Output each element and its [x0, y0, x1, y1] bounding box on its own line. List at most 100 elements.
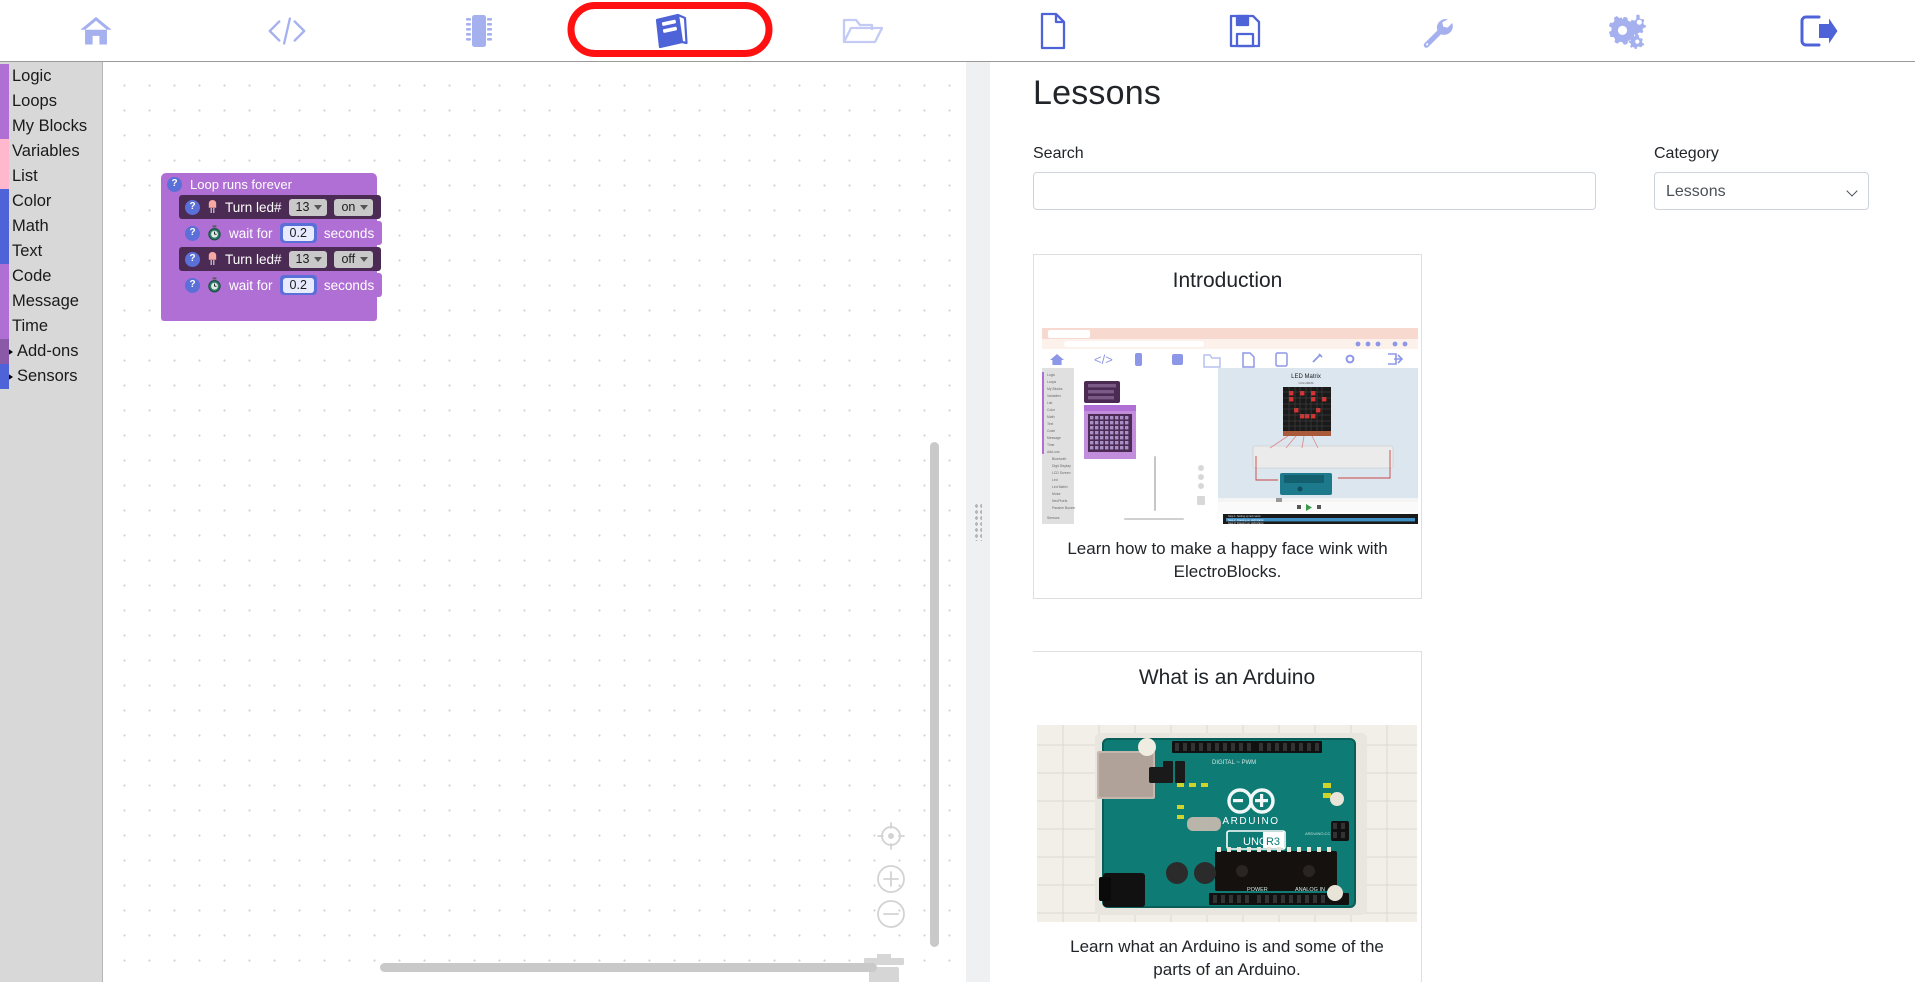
help-icon[interactable]: ? — [185, 225, 200, 241]
turn-led-label: Turn led# — [225, 199, 282, 215]
toolbar-item-logout[interactable] — [1724, 0, 1915, 62]
toolbox-category-label: Time — [12, 317, 49, 335]
category-color-swatch — [0, 364, 9, 389]
wait-block[interactable]: ? wait for 0.2 seconds — [179, 273, 383, 297]
logout-icon — [1799, 14, 1839, 48]
toolbox-category-time[interactable]: Time — [0, 314, 102, 339]
wrench-icon — [1418, 13, 1454, 49]
toolbox-category-variables[interactable]: Variables — [0, 139, 102, 164]
toolbox-category-loops[interactable]: Loops — [0, 89, 102, 114]
category-color-swatch — [0, 189, 9, 214]
led-state-dropdown[interactable]: on — [334, 198, 374, 216]
svg-text:R3: R3 — [1266, 836, 1280, 848]
chevron-down-icon — [314, 204, 323, 210]
svg-text:Logic: Logic — [1047, 373, 1055, 377]
toolbox-category-sensors[interactable]: Sensors — [0, 364, 102, 389]
svg-text:Step 3: Drawing on LED Matrix: Step 3: Drawing on LED Matrix — [1228, 521, 1264, 524]
wait-block[interactable]: ? wait for 0.2 seconds — [179, 221, 383, 245]
svg-text:Code: Code — [1047, 429, 1055, 433]
search-label: Search — [1033, 145, 1084, 162]
toolbox-category-text[interactable]: Text — [0, 239, 102, 264]
led-state-value: on — [341, 200, 356, 214]
toolbox-category-label: Loops — [12, 92, 57, 110]
help-icon[interactable]: ? — [185, 199, 200, 215]
center-workspace-button[interactable] — [875, 820, 907, 857]
toolbox-category-code[interactable]: Code — [0, 264, 102, 289]
book-icon — [648, 12, 692, 50]
help-icon[interactable]: ? — [185, 251, 200, 267]
toolbox-category-logic[interactable]: Logic — [0, 64, 102, 89]
chevron-down-icon — [360, 204, 369, 210]
toolbox-category-math[interactable]: Math — [0, 214, 102, 239]
zoom-in-button[interactable] — [875, 863, 907, 900]
toolbar-item-code[interactable] — [192, 0, 384, 62]
save-icon — [1228, 13, 1262, 49]
lesson-thumbnail-electroblocks-screenshot: </> Logic Loops My Blocks Variables List… — [1037, 328, 1418, 524]
loop-body: ? Turn led# 13 on ? wait for 0.2 seconds… — [179, 195, 383, 297]
svg-text:</>: </> — [1094, 352, 1113, 367]
svg-text:NeoPixels: NeoPixels — [1052, 499, 1068, 503]
toolbar-item-lessons[interactable] — [567, 0, 773, 62]
zoom-out-button[interactable] — [875, 898, 907, 935]
drag-handle-icon[interactable] — [974, 503, 982, 541]
toolbox-category-my-blocks[interactable]: My Blocks — [0, 114, 102, 139]
blockly-workspace[interactable]: Logic Loops My Blocks Variables List Color Mat… — [0, 62, 966, 982]
wait-unit-label: seconds — [323, 225, 375, 241]
led-icon — [207, 251, 218, 267]
wait-value-field[interactable]: 0.2 — [279, 223, 317, 243]
toolbar-item-arduino-chip[interactable] — [383, 0, 575, 62]
toolbox-category-add-ons[interactable]: Add-ons — [0, 339, 102, 364]
toolbox-category-list[interactable]: List — [0, 164, 102, 189]
svg-text:Text: Text — [1047, 422, 1053, 426]
toolbar-item-save[interactable] — [1149, 0, 1341, 62]
category-select[interactable]: Lessons — [1654, 172, 1869, 210]
workspace-horizontal-scrollbar[interactable] — [380, 963, 877, 972]
toolbar-item-new-file[interactable] — [958, 0, 1150, 62]
app-toolbar — [0, 0, 1915, 62]
blockly-toolbox[interactable]: Logic Loops My Blocks Variables List Color Mat… — [0, 62, 103, 982]
loop-block-header: ? Loop runs forever — [161, 173, 377, 195]
turn-led-label: Turn led# — [225, 251, 282, 267]
svg-text:COLUMNS: COLUMNS — [1298, 381, 1313, 385]
toolbox-category-label: My Blocks — [12, 117, 88, 135]
turn-led-block[interactable]: ? Turn led# 13 on — [179, 195, 382, 219]
led-state-dropdown[interactable]: off — [334, 250, 374, 268]
toolbox-category-label: Add-ons — [17, 342, 79, 360]
turn-led-block[interactable]: ? Turn led# 13 off — [179, 247, 382, 271]
lessons-panel[interactable]: Lessons Search Category Lessons Introduc… — [990, 62, 1915, 982]
svg-text:Led Matrix: Led Matrix — [1052, 485, 1068, 489]
toolbar-item-settings[interactable] — [1532, 0, 1724, 62]
workspace-vertical-scrollbar[interactable] — [930, 442, 939, 947]
chevron-down-icon — [360, 256, 369, 262]
pane-divider[interactable] — [966, 62, 990, 982]
toolbox-category-label: Sensors — [17, 367, 78, 385]
toolbar-item-home[interactable] — [0, 0, 192, 62]
block-stack[interactable]: ? Loop runs forever ? Turn led# 13 on ? … — [161, 173, 383, 321]
loop-forever-block[interactable]: ? Loop runs forever ? Turn led# 13 on ? … — [161, 173, 383, 321]
lesson-card-description: Learn what an Arduino is and some of the… — [1070, 936, 1384, 979]
category-color-swatch — [0, 289, 9, 314]
wait-unit-label: seconds — [323, 277, 375, 293]
loop-block-label: Loop runs forever — [190, 176, 292, 192]
search-input[interactable] — [1033, 172, 1596, 210]
lesson-card-title: Introduction — [1172, 269, 1283, 292]
toolbox-category-color[interactable]: Color — [0, 189, 102, 214]
category-label: Category — [1654, 145, 1719, 162]
svg-text:Step 1: Setting up led matrix: Step 1: Setting up led matrix — [1228, 514, 1261, 518]
wait-value-field[interactable]: 0.2 — [279, 275, 317, 295]
lesson-card[interactable]: Introduction </> Logic Loops My Blocks V… — [1033, 254, 1422, 599]
toolbox-category-message[interactable]: Message — [0, 289, 102, 314]
toolbar-item-open[interactable] — [766, 0, 958, 62]
toolbar-item-debug[interactable] — [1341, 0, 1533, 62]
help-icon[interactable]: ? — [185, 277, 200, 293]
led-pin-dropdown[interactable]: 13 — [288, 198, 328, 216]
help-icon[interactable]: ? — [167, 176, 182, 192]
page-title: Lessons — [1033, 74, 1162, 112]
svg-text:Math: Math — [1047, 415, 1055, 419]
lesson-thumbnail-arduino-board-photo: DIGITAL ~ PWM ARDUINO UNO R3 POWER ANALO… — [1037, 724, 1417, 922]
home-icon — [76, 13, 116, 49]
led-pin-value: 13 — [295, 200, 310, 214]
main-split: Logic Loops My Blocks Variables List Color Mat… — [0, 62, 1915, 982]
lesson-card[interactable]: What is an Arduino DIGITAL ~ PWM ARDUINO… — [1033, 650, 1422, 982]
led-pin-dropdown[interactable]: 13 — [288, 250, 328, 268]
